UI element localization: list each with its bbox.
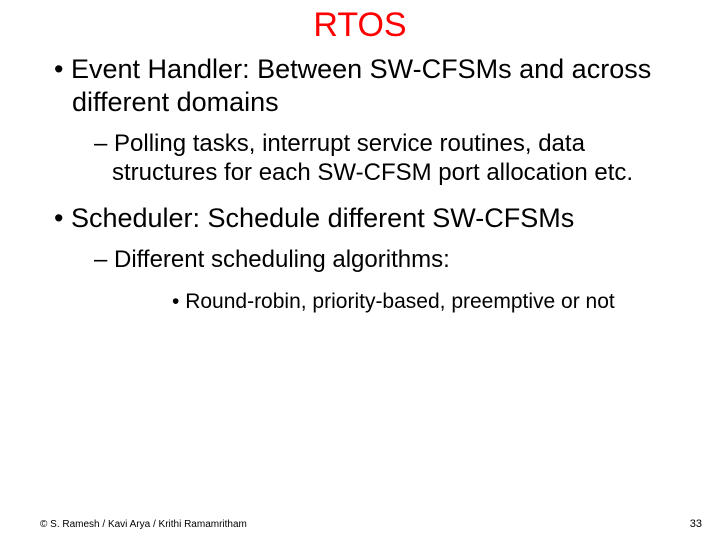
page-number: 33 bbox=[690, 518, 702, 530]
slide-title: RTOS bbox=[0, 6, 720, 45]
bullet-level2: Different scheduling algorithms: bbox=[54, 245, 690, 275]
bullet-level3: Round-robin, priority-based, preemptive … bbox=[54, 288, 690, 315]
slide-content: Event Handler: Between SW-CFSMs and acro… bbox=[0, 53, 720, 316]
bullet-level1: Event Handler: Between SW-CFSMs and acro… bbox=[54, 53, 690, 119]
bullet-level2: Polling tasks, interrupt service routine… bbox=[54, 129, 690, 188]
bullet-level1: Scheduler: Schedule different SW-CFSMs bbox=[54, 202, 690, 235]
footer-copyright: © S. Ramesh / Kavi Arya / Krithi Ramamri… bbox=[40, 519, 247, 530]
